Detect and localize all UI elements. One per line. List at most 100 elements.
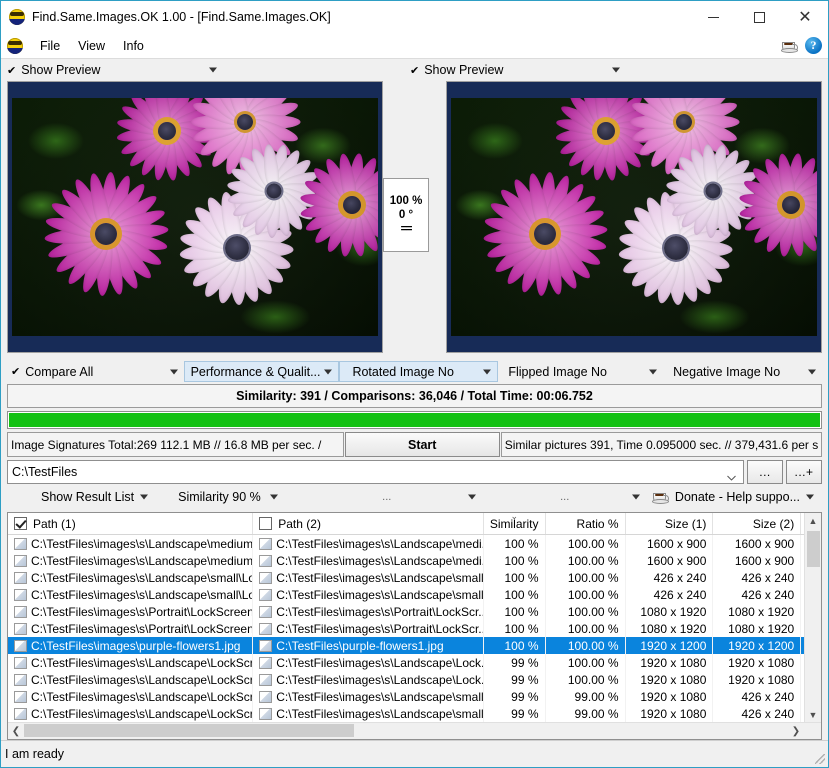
table-cell-path2: C:\TestFiles\images\s\Landscape\small bbox=[253, 705, 484, 722]
status-text: I am ready bbox=[5, 747, 65, 761]
menu-item-view[interactable]: View bbox=[69, 36, 114, 56]
table-cell-path1: C:\TestFiles\images\s\Landscape\small\Lo… bbox=[8, 586, 254, 603]
show-result-list-dropdown[interactable]: Show Result List bbox=[7, 485, 156, 509]
path-input[interactable]: C:\TestFiles bbox=[7, 460, 744, 484]
help-icon[interactable]: ? bbox=[805, 37, 822, 54]
coffee-icon[interactable] bbox=[781, 39, 798, 53]
horizontal-scroll-track[interactable] bbox=[24, 723, 788, 739]
vertical-scrollbar[interactable]: ▲ ▼ bbox=[804, 513, 821, 723]
table-row[interactable]: C:\TestFiles\images\s\Landscape\LockScre… bbox=[8, 705, 821, 722]
table-row[interactable]: C:\TestFiles\images\s\Landscape\small\Lo… bbox=[8, 586, 821, 603]
path-row: C:\TestFiles ... ...+ bbox=[7, 460, 822, 484]
performance-quality-dropdown[interactable]: Performance & Qualit... bbox=[183, 361, 340, 382]
column-header-path1[interactable]: Path (1) bbox=[8, 513, 254, 534]
similarity-threshold-dropdown[interactable]: Similarity 90 % bbox=[156, 485, 286, 509]
cell-text: C:\TestFiles\images\s\Portrait\LockScr..… bbox=[276, 621, 484, 636]
cell-text: 100 % bbox=[504, 621, 539, 636]
table-cell-ratio: 99.00 % bbox=[546, 705, 626, 722]
overflow-menu-1[interactable]: ... bbox=[286, 485, 484, 509]
table-row[interactable]: C:\TestFiles\images\s\Landscape\LockScre… bbox=[8, 671, 821, 688]
close-button[interactable]: ✕ bbox=[782, 1, 828, 33]
table-cell-size1: 426 x 240 bbox=[626, 569, 714, 586]
preview-image-left[interactable] bbox=[7, 81, 383, 353]
cell-text: C:\TestFiles\images\s\Landscape\medium\L… bbox=[31, 553, 254, 568]
scroll-right-icon[interactable]: ❯ bbox=[788, 723, 804, 739]
table-row[interactable]: C:\TestFiles\images\s\Landscape\medium\L… bbox=[8, 552, 821, 569]
menu-item-info[interactable]: Info bbox=[114, 36, 153, 56]
start-button[interactable]: Start bbox=[344, 432, 500, 457]
table-row[interactable]: C:\TestFiles\images\s\Portrait\LockScree… bbox=[8, 603, 821, 620]
cell-text: 100.00 % bbox=[567, 638, 619, 653]
thumbnail-icon bbox=[14, 622, 27, 635]
cell-text: C:\TestFiles\images\s\Landscape\small... bbox=[276, 587, 484, 602]
cell-text: 1080 x 1920 bbox=[640, 621, 707, 636]
cell-text: 99 % bbox=[511, 689, 539, 704]
options-toolbar: ✔ Compare All Performance & Qualit... Ro… bbox=[1, 359, 828, 382]
flipped-image-dropdown[interactable]: Flipped Image No bbox=[498, 361, 663, 382]
maximize-button[interactable] bbox=[736, 1, 782, 33]
table-row[interactable]: C:\TestFiles\images\s\Portrait\LockScree… bbox=[8, 620, 821, 637]
donate-dropdown[interactable]: Donate - Help suppo... bbox=[648, 485, 822, 509]
cell-text: C:\TestFiles\images\purple-flowers1.jpg bbox=[31, 638, 241, 653]
show-preview-right-dropdown[interactable]: ✔ Show Preview bbox=[410, 60, 628, 80]
cell-text: 1920 x 1080 bbox=[640, 655, 707, 670]
column-header-size2[interactable]: Size (2) bbox=[713, 513, 802, 534]
table-cell-path1: C:\TestFiles\images\s\Portrait\LockScree… bbox=[8, 620, 254, 637]
thumbnail-icon bbox=[259, 690, 273, 703]
table-row[interactable]: C:\TestFiles\images\s\Landscape\LockScre… bbox=[8, 688, 821, 705]
thumbnail-icon bbox=[14, 639, 27, 652]
flower-photo-left bbox=[12, 98, 378, 336]
thumbnail-icon bbox=[14, 690, 27, 703]
cell-text: 100.00 % bbox=[567, 655, 619, 670]
application-window: Find.Same.Images.OK 1.00 - [Find.Same.Im… bbox=[0, 0, 829, 768]
scroll-left-icon[interactable]: ❮ bbox=[8, 723, 24, 739]
show-preview-left-dropdown[interactable]: ✔ Show Preview bbox=[7, 60, 225, 80]
minimize-button[interactable] bbox=[690, 1, 736, 33]
table-row[interactable]: C:\TestFiles\images\s\Landscape\LockScre… bbox=[8, 654, 821, 671]
chevron-down-icon bbox=[806, 494, 814, 500]
app-smiley-icon bbox=[9, 9, 25, 25]
cell-text: C:\TestFiles\images\s\Landscape\small... bbox=[276, 570, 484, 585]
horizontal-scrollbar[interactable]: ❮ ❯ bbox=[8, 722, 821, 739]
column-header-similarity[interactable]: ⌄ Similarity bbox=[484, 513, 546, 534]
table-row[interactable]: C:\TestFiles\images\s\Landscape\small\Lo… bbox=[8, 569, 821, 586]
column-header-size1[interactable]: Size (1) bbox=[626, 513, 714, 534]
cell-text: 426 x 240 bbox=[741, 706, 795, 721]
thumbnail-icon bbox=[259, 622, 273, 635]
column-header-ratio[interactable]: Ratio % bbox=[546, 513, 626, 534]
browse-add-button[interactable]: ...+ bbox=[786, 460, 822, 484]
cell-text: 1920 x 1200 bbox=[728, 638, 795, 653]
scroll-down-icon[interactable]: ▼ bbox=[805, 707, 821, 723]
table-cell-size1: 1920 x 1080 bbox=[626, 705, 714, 722]
menu-item-file[interactable]: File bbox=[31, 36, 69, 56]
rotated-image-dropdown[interactable]: Rotated Image No bbox=[339, 361, 499, 382]
table-cell-similarity: 100 % bbox=[484, 535, 546, 552]
horizontal-scroll-thumb[interactable] bbox=[24, 724, 354, 737]
thumbnail-icon bbox=[14, 537, 27, 550]
preview-image-right[interactable] bbox=[446, 81, 822, 353]
negative-image-dropdown[interactable]: Negative Image No bbox=[663, 361, 822, 382]
table-cell-size2: 426 x 240 bbox=[713, 586, 802, 603]
compare-all-dropdown[interactable]: ✔ Compare All bbox=[7, 361, 184, 382]
column-header-path2[interactable]: Path (2) bbox=[253, 513, 484, 534]
table-cell-similarity: 100 % bbox=[484, 637, 546, 654]
chevron-down-icon bbox=[468, 494, 477, 500]
browse-button[interactable]: ... bbox=[747, 460, 783, 484]
chevron-down-icon bbox=[169, 369, 178, 374]
cell-text: C:\TestFiles\images\s\Landscape\medi... bbox=[276, 553, 484, 568]
overflow-menu-2[interactable]: ... bbox=[484, 485, 648, 509]
select-all-path2-checkbox[interactable] bbox=[259, 517, 273, 530]
path-value: C:\TestFiles bbox=[12, 465, 78, 479]
resize-grip-icon[interactable] bbox=[815, 754, 825, 764]
table-cell-size2: 1920 x 1200 bbox=[713, 637, 802, 654]
scroll-up-icon[interactable]: ▲ bbox=[805, 513, 821, 529]
menu-app-icon bbox=[7, 37, 23, 54]
vertical-scroll-thumb[interactable] bbox=[806, 531, 820, 567]
flower-center bbox=[596, 122, 615, 141]
table-cell-size2: 1600 x 900 bbox=[713, 552, 802, 569]
table-row[interactable]: C:\TestFiles\images\purple-flowers1.jpg C… bbox=[8, 637, 821, 654]
chevron-down-icon[interactable] bbox=[727, 470, 736, 481]
select-all-path1-checkbox[interactable] bbox=[14, 517, 27, 530]
overflow-menu-2-label: ... bbox=[560, 491, 570, 503]
table-row[interactable]: C:\TestFiles\images\s\Landscape\medium\L… bbox=[8, 535, 821, 552]
